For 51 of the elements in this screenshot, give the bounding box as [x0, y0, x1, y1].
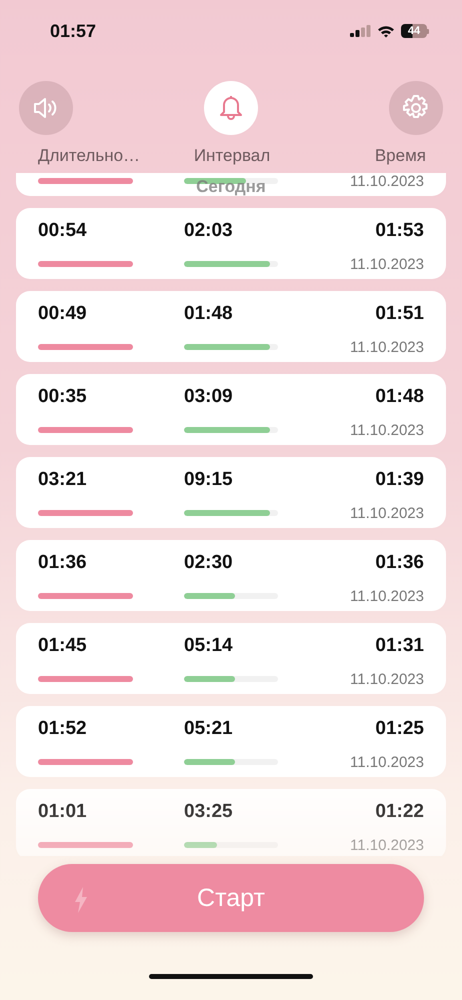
duration-value: 01:36: [38, 551, 88, 575]
record-date: 11.10.2023: [350, 587, 424, 605]
record-card[interactable]: 01:01 03:25 01:22 11.10.2023: [16, 789, 446, 856]
tab-button[interactable]: [19, 81, 73, 135]
record-date: 11.10.2023: [350, 836, 424, 854]
tab-label[interactable]: Длительно…: [38, 146, 168, 166]
duration-value: 01:52: [38, 717, 88, 741]
duration-value: 03:21: [38, 468, 88, 492]
clock-time: 01:57: [50, 20, 98, 42]
time-value: 01:39: [375, 468, 424, 492]
record-date: 11.10.2023: [350, 255, 424, 273]
tab-label[interactable]: Время: [374, 146, 426, 166]
record-card[interactable]: 03:21 09:15 01:39 11.10.2023: [16, 457, 446, 528]
duration-value: 00:54: [38, 219, 88, 243]
duration-value: 00:49: [38, 302, 88, 326]
record-card[interactable]: 01:36 02:30 01:36 11.10.2023: [16, 540, 446, 611]
record-card[interactable]: 01:52 05:21 01:25 11.10.2023: [16, 706, 446, 777]
record-card[interactable]: 00:54 02:03 01:53 11.10.2023: [16, 208, 446, 279]
record-card[interactable]: 00:49 01:48 01:51 11.10.2023: [16, 291, 446, 362]
record-date: 11.10.2023: [350, 421, 424, 439]
interval-value: 05:21: [184, 717, 234, 741]
record-date: 11.10.2023: [350, 173, 424, 190]
record-date: 11.10.2023: [350, 670, 424, 688]
time-value: 01:31: [375, 634, 424, 658]
record-date: 11.10.2023: [350, 338, 424, 356]
bell-icon: [218, 94, 243, 122]
record-date: 11.10.2023: [350, 753, 424, 771]
interval-value: 02:30: [184, 551, 234, 575]
interval-value: 09:15: [184, 468, 234, 492]
duration-value: 00:35: [38, 385, 88, 409]
signal-icon: [350, 25, 371, 37]
duration-value: 01:01: [38, 800, 88, 824]
time-value: 01:36: [375, 551, 424, 575]
time-value: 01:48: [375, 385, 424, 409]
record-card[interactable]: 01:45 05:14 01:31 11.10.2023: [16, 623, 446, 694]
record-card[interactable]: 00:35 03:09 01:48 11.10.2023: [16, 374, 446, 445]
time-value: 01:22: [375, 800, 424, 824]
speaker-icon: [33, 97, 59, 119]
record-date: 11.10.2023: [350, 504, 424, 522]
time-value: 01:51: [375, 302, 424, 326]
wifi-icon: [377, 24, 395, 38]
time-value: 01:53: [375, 219, 424, 243]
tab-label[interactable]: Интервал: [194, 146, 270, 166]
interval-value: 03:25: [184, 800, 234, 824]
lightning-icon: [74, 887, 88, 913]
interval-value: 01:48: [184, 302, 234, 326]
interval-value: 03:09: [184, 385, 234, 409]
interval-value: 02:03: [184, 219, 234, 243]
time-value: 01:25: [375, 717, 424, 741]
duration-value: 01:45: [38, 634, 88, 658]
interval-value: 05:14: [184, 634, 234, 658]
